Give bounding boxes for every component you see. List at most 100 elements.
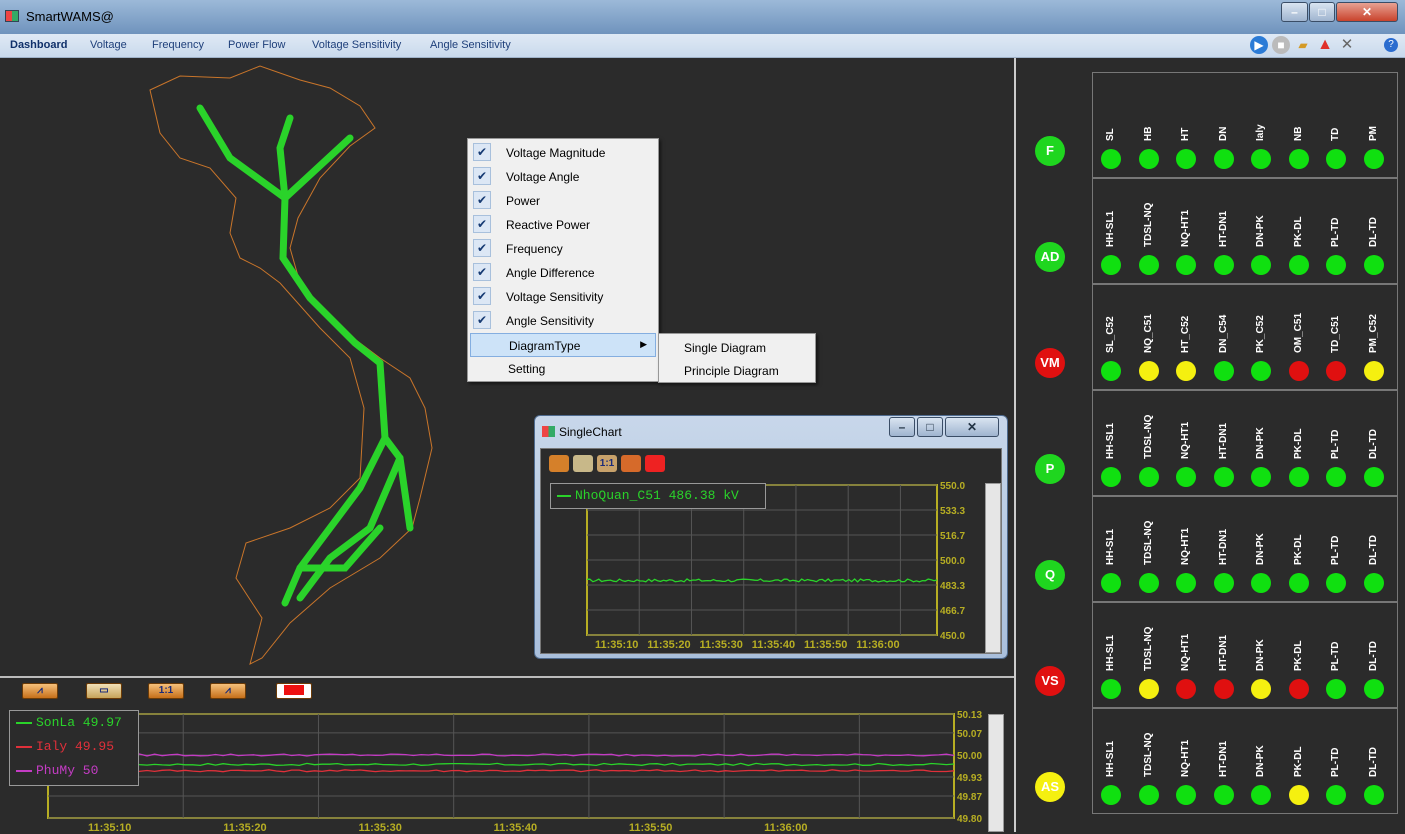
status-cell[interactable]: HT: [1175, 75, 1197, 175]
menu-item-power[interactable]: ✔ Power: [470, 189, 656, 213]
menu-item-angle-sensitivity[interactable]: ✔ Angle Sensitivity: [470, 309, 656, 333]
menu-item-voltage-angle[interactable]: ✔ Voltage Angle: [470, 165, 656, 189]
status-indicator-p[interactable]: P: [1035, 454, 1065, 484]
status-cell[interactable]: PL-TD: [1325, 181, 1347, 281]
status-cell[interactable]: NQ-HT1: [1175, 393, 1197, 493]
maximize-button[interactable]: □: [1309, 2, 1335, 22]
record-button[interactable]: [276, 683, 312, 699]
status-cell[interactable]: DN-PK: [1250, 605, 1272, 705]
status-indicator-q[interactable]: Q: [1035, 560, 1065, 590]
status-cell[interactable]: PM_C52: [1363, 287, 1385, 387]
status-cell[interactable]: PK-DL: [1288, 605, 1310, 705]
status-cell[interactable]: NQ-HT1: [1175, 499, 1197, 599]
status-cell[interactable]: HH-SL1: [1100, 499, 1122, 599]
status-cell[interactable]: TDSL-NQ: [1138, 393, 1160, 493]
menu-item-frequency[interactable]: ✔ Frequency: [470, 237, 656, 261]
status-cell[interactable]: PK_C52: [1250, 287, 1272, 387]
status-cell[interactable]: NQ-HT1: [1175, 605, 1197, 705]
tab-power-flow[interactable]: Power Flow: [228, 39, 285, 51]
status-cell[interactable]: PL-TD: [1325, 605, 1347, 705]
status-cell[interactable]: HB: [1138, 75, 1160, 175]
status-cell[interactable]: PK-DL: [1288, 181, 1310, 281]
status-cell[interactable]: DL-TD: [1363, 711, 1385, 811]
status-cell[interactable]: OM_C51: [1288, 287, 1310, 387]
status-indicator-f[interactable]: F: [1035, 136, 1065, 166]
zoom-box-button[interactable]: ▭: [86, 683, 122, 699]
tab-frequency[interactable]: Frequency: [152, 39, 204, 51]
help-icon[interactable]: ?: [1384, 38, 1398, 52]
zoom-reset-button[interactable]: 1:1: [148, 683, 184, 699]
status-cell[interactable]: HT-DN1: [1213, 499, 1235, 599]
tab-voltage[interactable]: Voltage: [90, 39, 127, 51]
status-cell[interactable]: SL_C52: [1100, 287, 1122, 387]
single-chart-maximize-button[interactable]: □: [917, 417, 943, 437]
status-cell[interactable]: NB: [1288, 75, 1310, 175]
stop-icon[interactable]: ■: [1272, 36, 1290, 54]
status-cell[interactable]: PK-DL: [1288, 393, 1310, 493]
status-cell[interactable]: TDSL-NQ: [1138, 711, 1160, 811]
menu-item-single-diagram[interactable]: Single Diagram: [684, 341, 766, 355]
menu-item-principle-diagram[interactable]: Principle Diagram: [684, 364, 779, 378]
menu-item-voltage-magnitude[interactable]: ✔ Voltage Magnitude: [470, 141, 656, 165]
status-cell[interactable]: DL-TD: [1363, 181, 1385, 281]
autoscale-icon[interactable]: [549, 455, 569, 472]
status-cell[interactable]: Ialy: [1250, 75, 1272, 175]
status-indicator-ad[interactable]: AD: [1035, 242, 1065, 272]
menu-item-setting[interactable]: Setting: [470, 357, 656, 381]
cursor-button[interactable]: ⩘: [210, 683, 246, 699]
status-cell[interactable]: DN_C54: [1213, 287, 1235, 387]
warning-icon[interactable]: ▲: [1316, 36, 1334, 54]
single-chart-scrollbar[interactable]: [985, 483, 1001, 653]
status-cell[interactable]: HH-SL1: [1100, 181, 1122, 281]
status-cell[interactable]: DN-PK: [1250, 181, 1272, 281]
single-chart-close-button[interactable]: ✕: [945, 417, 999, 437]
tools-icon[interactable]: ✕: [1338, 36, 1356, 54]
status-cell[interactable]: HT-DN1: [1213, 711, 1235, 811]
status-cell[interactable]: HT-DN1: [1213, 181, 1235, 281]
record-icon[interactable]: [645, 455, 665, 472]
folder-icon[interactable]: ▰: [1294, 36, 1312, 54]
autoscale-button[interactable]: ⩘: [22, 683, 58, 699]
cursor-icon[interactable]: [621, 455, 641, 472]
status-cell[interactable]: PL-TD: [1325, 393, 1347, 493]
status-cell[interactable]: HT_C52: [1175, 287, 1197, 387]
status-cell[interactable]: DN-PK: [1250, 393, 1272, 493]
status-cell[interactable]: HH-SL1: [1100, 711, 1122, 811]
menu-item-reactive-power[interactable]: ✔ Reactive Power: [470, 213, 656, 237]
status-cell[interactable]: TD: [1325, 75, 1347, 175]
status-cell[interactable]: PM: [1363, 75, 1385, 175]
zoom-reset-button[interactable]: 1:1: [597, 455, 617, 472]
bottom-chart-scrollbar[interactable]: [988, 714, 1004, 832]
status-cell[interactable]: TD_C51: [1325, 287, 1347, 387]
status-cell[interactable]: DL-TD: [1363, 499, 1385, 599]
status-indicator-vs[interactable]: VS: [1035, 666, 1065, 696]
status-cell[interactable]: DN-PK: [1250, 499, 1272, 599]
status-cell[interactable]: HH-SL1: [1100, 393, 1122, 493]
menu-item-diagram-type[interactable]: DiagramType ▶: [470, 333, 656, 357]
status-cell[interactable]: DN-PK: [1250, 711, 1272, 811]
menu-item-voltage-sensitivity[interactable]: ✔ Voltage Sensitivity: [470, 285, 656, 309]
status-cell[interactable]: PL-TD: [1325, 711, 1347, 811]
status-cell[interactable]: DN: [1213, 75, 1235, 175]
play-icon[interactable]: ▶: [1250, 36, 1268, 54]
status-cell[interactable]: TDSL-NQ: [1138, 605, 1160, 705]
zoom-box-icon[interactable]: [573, 455, 593, 472]
status-cell[interactable]: DL-TD: [1363, 393, 1385, 493]
status-indicator-as[interactable]: AS: [1035, 772, 1065, 802]
menu-item-angle-difference[interactable]: ✔ Angle Difference: [470, 261, 656, 285]
status-cell[interactable]: PK-DL: [1288, 499, 1310, 599]
status-cell[interactable]: TDSL-NQ: [1138, 181, 1160, 281]
tab-voltage-sensitivity[interactable]: Voltage Sensitivity: [312, 39, 401, 51]
close-button[interactable]: ✕: [1336, 2, 1398, 22]
single-chart-minimize-button[interactable]: –: [889, 417, 915, 437]
status-cell[interactable]: NQ-HT1: [1175, 711, 1197, 811]
status-cell[interactable]: SL: [1100, 75, 1122, 175]
status-cell[interactable]: DL-TD: [1363, 605, 1385, 705]
status-cell[interactable]: TDSL-NQ: [1138, 499, 1160, 599]
status-cell[interactable]: PL-TD: [1325, 499, 1347, 599]
tab-angle-sensitivity[interactable]: Angle Sensitivity: [430, 39, 511, 51]
status-cell[interactable]: NQ-HT1: [1175, 181, 1197, 281]
status-cell[interactable]: PK-DL: [1288, 711, 1310, 811]
status-cell[interactable]: HH-SL1: [1100, 605, 1122, 705]
status-cell[interactable]: NQ_C51: [1138, 287, 1160, 387]
